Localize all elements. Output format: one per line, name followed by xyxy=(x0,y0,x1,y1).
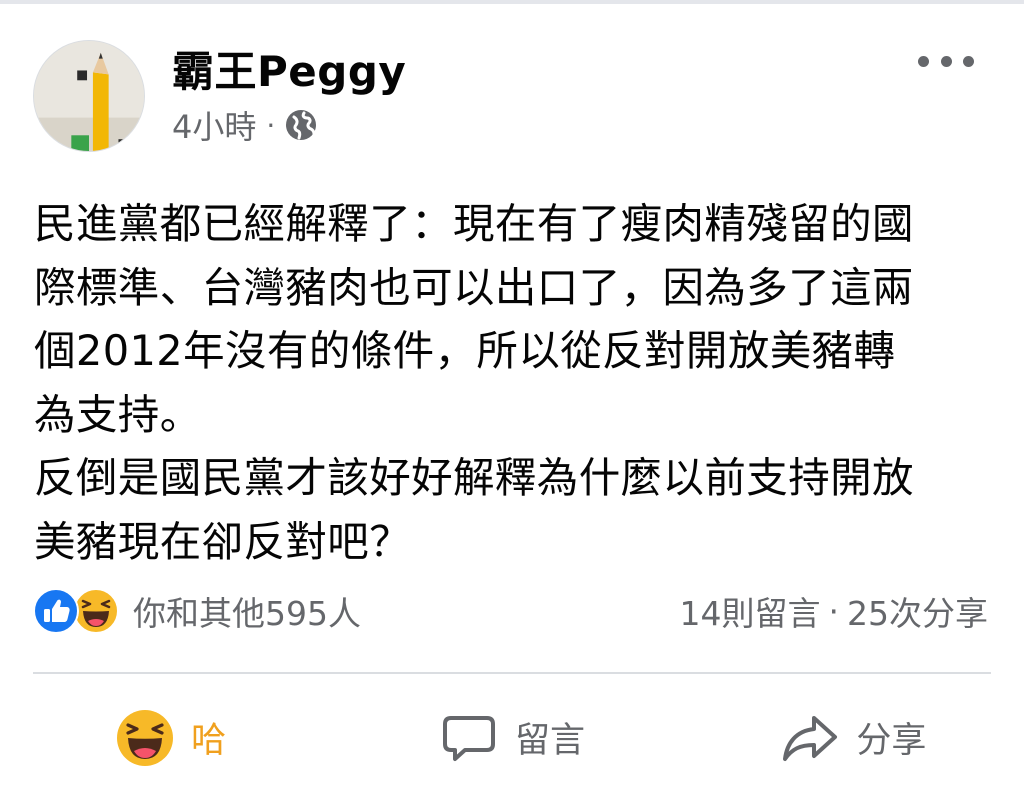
avatar[interactable] xyxy=(33,40,145,152)
reactions-summary[interactable]: 你和其他595人 xyxy=(33,584,361,638)
meta-separator: · xyxy=(266,108,276,142)
post-time[interactable]: 4小時 xyxy=(172,102,256,148)
post-meta: 4小時 · xyxy=(172,103,317,147)
react-button[interactable]: 哈 xyxy=(0,690,341,785)
stats-separator: · xyxy=(828,591,840,631)
reactions-count: 你和其他595人 xyxy=(133,594,361,633)
post-text-line: 民進黨都已經解釋了：現在有了瘦肉精殘留的國 xyxy=(34,199,914,248)
post-text: 民進黨都已經解釋了：現在有了瘦肉精殘留的國 際標準、台灣豬肉也可以出口了，因為多… xyxy=(34,192,994,573)
comment-label: 留言 xyxy=(514,721,585,761)
globe-icon xyxy=(286,110,317,140)
ellipsis-icon-dot xyxy=(918,55,929,67)
more-options-button[interactable] xyxy=(918,46,974,76)
action-bar: 哈 留言 分享 xyxy=(0,690,1024,785)
author-name[interactable]: 霸王Peggy xyxy=(172,38,406,99)
avatar-image xyxy=(34,41,144,151)
comment-button[interactable]: 留言 xyxy=(341,690,682,785)
like-icon xyxy=(33,588,79,634)
share-icon xyxy=(783,715,838,761)
ellipsis-icon-dot xyxy=(940,55,952,67)
post-text-line: 個2012年沒有的條件，所以從反對開放美豬轉 xyxy=(34,326,896,375)
comments-count[interactable]: 14則留言 xyxy=(680,587,821,635)
share-button[interactable]: 分享 xyxy=(683,690,1024,785)
post-stats: 14則留言 · 25次分享 xyxy=(680,584,989,638)
post-text-line: 際標準、台灣豬肉也可以出口了，因為多了這兩 xyxy=(34,262,914,312)
share-label: 分享 xyxy=(856,721,927,761)
comment-icon xyxy=(442,715,495,761)
shares-count[interactable]: 25次分享 xyxy=(847,587,988,635)
post-text-line: 為支持。 xyxy=(34,389,202,439)
ellipsis-icon-dot xyxy=(963,55,974,67)
react-label: 哈 xyxy=(191,721,227,761)
divider xyxy=(33,672,991,674)
haha-icon xyxy=(73,588,119,634)
post-text-line: 美豬現在卻反對吧？ xyxy=(34,516,412,566)
haha-icon xyxy=(117,709,174,766)
top-border xyxy=(0,0,1024,4)
post-text-line: 反倒是國民黨才該好好解釋為什麼以前支持開放 xyxy=(34,453,914,502)
